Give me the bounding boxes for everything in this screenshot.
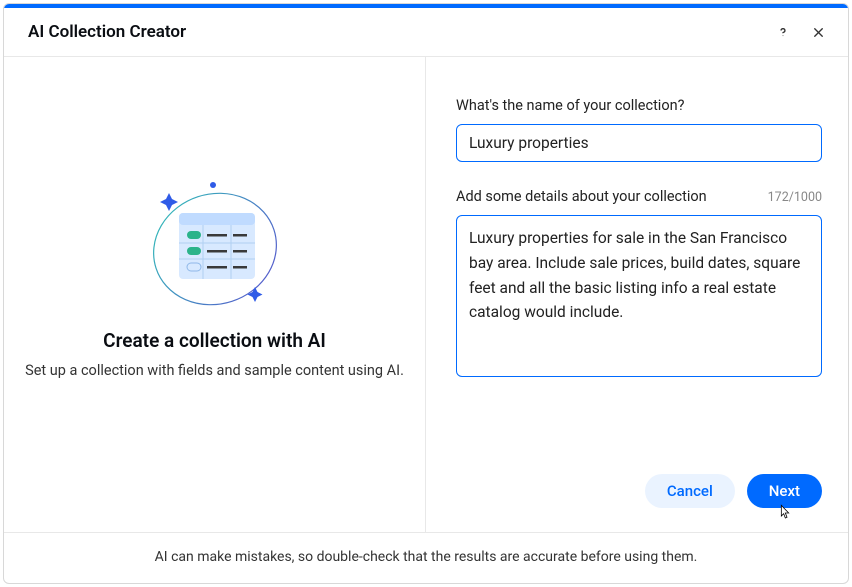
collection-details-textarea[interactable] <box>456 215 822 377</box>
left-subheading: Set up a collection with fields and samp… <box>25 362 404 379</box>
modal-header: AI Collection Creator <box>4 8 848 57</box>
collection-name-label: What's the name of your collection? <box>456 97 684 114</box>
collection-name-input[interactable] <box>456 124 822 162</box>
header-icons <box>773 22 828 42</box>
help-icon[interactable] <box>773 22 793 42</box>
modal-title: AI Collection Creator <box>28 22 773 42</box>
cancel-button[interactable]: Cancel <box>645 474 735 508</box>
field-collection-details: Add some details about your collection 1… <box>456 188 822 381</box>
button-row: Cancel Next <box>456 474 822 512</box>
char-counter: 172/1000 <box>768 190 822 205</box>
next-button[interactable]: Next <box>747 474 822 508</box>
field-collection-name: What's the name of your collection? <box>456 97 822 162</box>
collection-details-label: Add some details about your collection <box>456 188 707 205</box>
right-pane: What's the name of your collection? Add … <box>426 57 848 532</box>
left-pane: Create a collection with AI Set up a col… <box>4 57 426 532</box>
ai-collection-illustration <box>135 171 295 321</box>
left-heading: Create a collection with AI <box>103 329 326 352</box>
footer-disclaimer: AI can make mistakes, so double-check th… <box>4 532 848 583</box>
close-icon[interactable] <box>809 23 828 42</box>
modal-body: Create a collection with AI Set up a col… <box>4 57 848 532</box>
modal-ai-collection-creator: AI Collection Creator <box>3 3 849 584</box>
